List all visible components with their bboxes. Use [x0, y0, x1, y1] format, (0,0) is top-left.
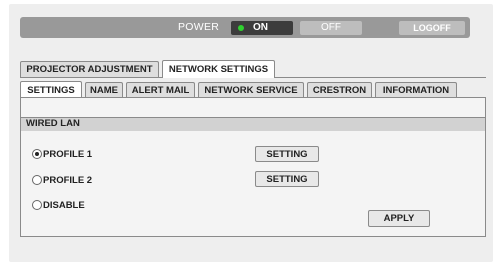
- profile-1-label: PROFILE 1: [43, 149, 93, 160]
- main-tabs-divider: [20, 77, 162, 78]
- logoff-button[interactable]: LOGOFF: [399, 21, 465, 35]
- power-label: POWER: [178, 21, 220, 33]
- power-off-button[interactable]: OFF: [300, 21, 362, 35]
- tab-crestron[interactable]: CRESTRON: [307, 82, 372, 98]
- radio-selected-dot: [35, 152, 39, 156]
- profile-2-setting-button[interactable]: SETTING: [255, 171, 319, 187]
- tab-network-service[interactable]: NETWORK SERVICE: [198, 82, 304, 98]
- tab-name[interactable]: NAME: [85, 82, 123, 98]
- profile-2-label: PROFILE 2: [43, 175, 93, 186]
- profile-2-radio[interactable]: [32, 175, 42, 185]
- power-on-label: ON: [253, 22, 268, 33]
- profile-1-setting-button[interactable]: SETTING: [255, 146, 319, 162]
- tab-alert-mail[interactable]: ALERT MAIL: [126, 82, 195, 98]
- wired-lan-header: [20, 117, 486, 131]
- disable-radio[interactable]: [32, 200, 42, 210]
- apply-button[interactable]: APPLY: [368, 210, 430, 227]
- tab-information[interactable]: INFORMATION: [375, 82, 457, 98]
- profile-1-radio[interactable]: [32, 149, 42, 159]
- power-on-button[interactable]: ON: [231, 21, 293, 35]
- main-tabs-divider-right: [275, 77, 486, 78]
- disable-label: DISABLE: [43, 200, 85, 211]
- tab-network-settings[interactable]: NETWORK SETTINGS: [162, 60, 275, 78]
- tab-projector-adjustment[interactable]: PROJECTOR ADJUSTMENT: [20, 61, 159, 77]
- wired-lan-title: WIRED LAN: [26, 118, 80, 129]
- power-indicator-icon: [238, 25, 244, 31]
